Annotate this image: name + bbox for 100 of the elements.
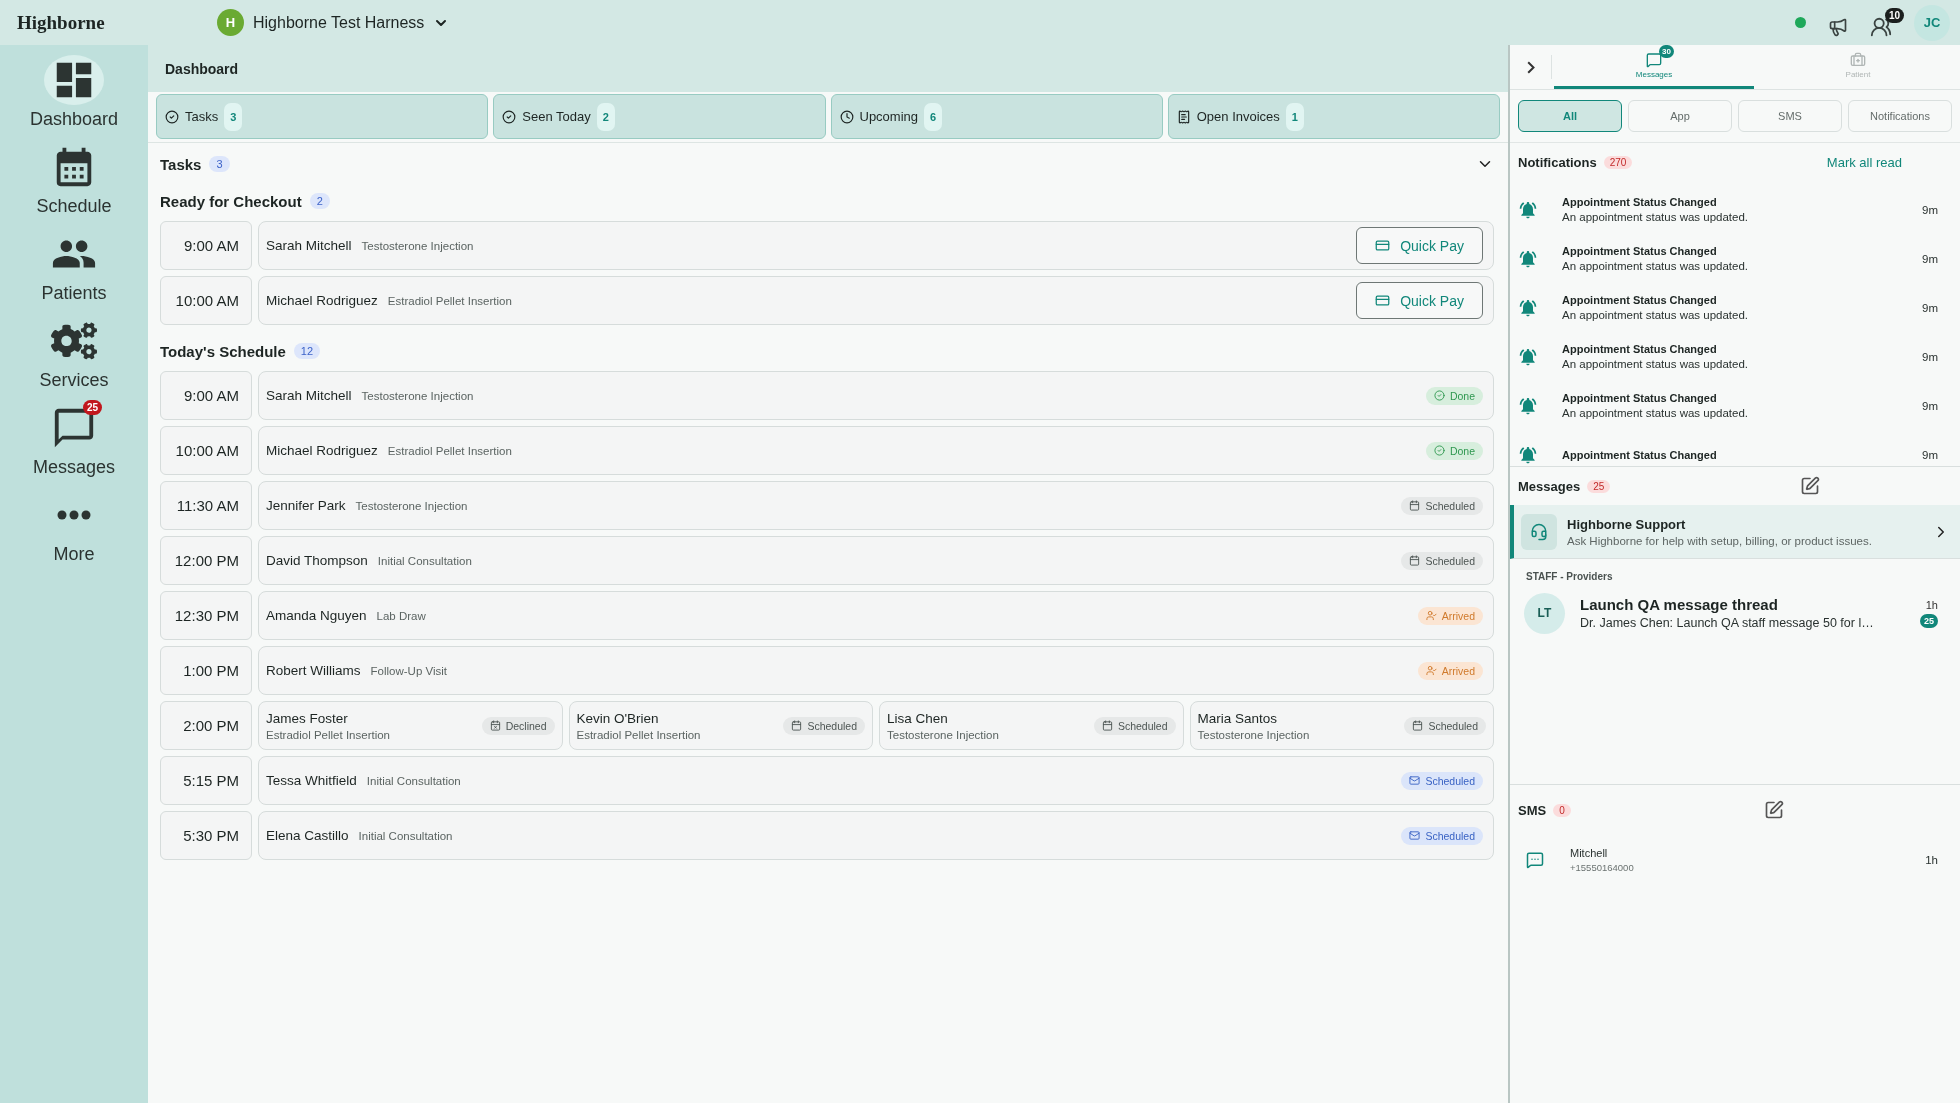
summary-tab[interactable]: Tasks 3 <box>156 94 489 139</box>
sidebar-item[interactable]: Services <box>4 316 144 403</box>
appointment-card[interactable]: James Foster Estradiol Pellet Insertion Declined <box>258 701 563 750</box>
service-name: Estradiol Pellet Insertion <box>266 728 391 741</box>
filter-chip[interactable]: Notifications <box>1848 100 1952 132</box>
service-name: Estradiol Pellet Insertion <box>387 444 512 457</box>
appointment-card[interactable]: Michael Rodriguez Estradiol Pellet Insertion Quick Pay <box>258 276 1494 325</box>
status-tag: Scheduled <box>1401 496 1483 515</box>
appointment-card[interactable]: Kevin O'Brien Estradiol Pellet Insertion Scheduled <box>568 701 873 750</box>
summary-tab[interactable]: Upcoming 6 <box>830 94 1163 139</box>
service-name: Estradiol Pellet Insertion <box>576 728 702 741</box>
summary-tab[interactable]: Seen Today 2 <box>493 94 826 139</box>
patient-name: Maria Santos <box>1197 710 1279 726</box>
sidebar-item[interactable]: Schedule <box>4 142 144 229</box>
patient-name: Michael Rodriguez <box>266 443 378 458</box>
service-name: Estradiol Pellet Insertion <box>387 294 512 307</box>
organization-switcher[interactable]: H Highborne Test Harness <box>217 9 450 36</box>
medical-kit-icon <box>1850 52 1866 68</box>
section-title: SMS <box>1518 802 1547 818</box>
count-badge: 25 <box>82 400 102 415</box>
timestamp: 9m <box>1922 350 1938 363</box>
timestamp: 9m <box>1922 203 1938 216</box>
panel-tab[interactable]: 30 Messages <box>1554 45 1754 89</box>
bell-icon <box>1518 199 1538 220</box>
time-slot: 9:00 AM <box>160 371 252 420</box>
sidebar-item[interactable]: Patients <box>4 229 144 316</box>
count-badge: 270 <box>1603 155 1633 169</box>
count-badge: 0 <box>1553 803 1571 817</box>
quick-pay-button[interactable]: Quick Pay <box>1356 227 1483 264</box>
appointment-card[interactable]: Sarah Mitchell Testosterone Injection Quick Pay <box>258 221 1494 270</box>
sms-conversation[interactable]: Mitchell +15550164000 1h <box>1510 835 1960 885</box>
count-badge: 10 <box>1884 7 1904 23</box>
check-circle-icon <box>502 109 517 124</box>
appointment-card[interactable]: Tessa Whitfield Initial Consultation Scheduled <box>258 756 1494 805</box>
status-tag: Arrived <box>1417 606 1483 625</box>
bell-icon <box>1518 346 1538 367</box>
section-title: Tasks <box>160 155 202 173</box>
count-badge: 3 <box>209 156 230 172</box>
patient-name: Sarah Mitchell <box>266 238 352 253</box>
message-preview: Dr. James Chen: Launch QA staff message 50 for l… <box>1580 616 1875 630</box>
compose-button[interactable] <box>1800 476 1820 496</box>
summary-tab[interactable]: Open Invoices 1 <box>1167 94 1500 139</box>
support-title: Highborne Support <box>1567 516 1687 532</box>
filter-chip[interactable]: App <box>1628 100 1732 132</box>
service-name: Follow-Up Visit <box>370 664 447 677</box>
appointment-card[interactable]: Elena Castillo Initial Consultation Scheduled <box>258 811 1494 860</box>
service-name: Lab Draw <box>376 609 426 622</box>
notification-title: Appointment Status Changed <box>1562 196 1718 208</box>
quick-pay-button[interactable]: Quick Pay <box>1356 282 1483 319</box>
message-thread[interactable]: LT Launch QA message thread Dr. James Chen: Launch QA staff message 50 for l… 1h 25 <box>1510 582 1960 644</box>
status-tag: Done <box>1425 441 1483 460</box>
support-chat-item[interactable]: Highborne Support Ask Highborne for help with setup, billing, or product issues. <box>1510 505 1960 559</box>
appointment-card[interactable]: Michael Rodriguez Estradiol Pellet Insertion Done <box>258 426 1494 475</box>
timestamp: 9m <box>1922 252 1938 265</box>
sidebar-item[interactable]: 25 Messages <box>4 403 144 490</box>
notification-text: An appointment status was updated. <box>1562 358 1750 370</box>
appointment-card[interactable]: Amanda Nguyen Lab Draw Arrived <box>258 591 1494 640</box>
count-badge: 2 <box>596 102 615 131</box>
count-badge: 2 <box>309 193 330 209</box>
service-name: Testosterone Injection <box>361 389 474 402</box>
time-slot: 2:00 PM <box>160 701 252 750</box>
status-tag: Scheduled <box>1404 716 1486 735</box>
patient-name: Sarah Mitchell <box>266 388 352 403</box>
count-badge: 30 <box>1659 45 1674 58</box>
service-name: Testosterone Injection <box>887 728 1000 741</box>
mark-all-read-link[interactable]: Mark all read <box>1826 154 1902 170</box>
patient-name: Tessa Whitfield <box>266 773 357 788</box>
timestamp: 9m <box>1922 399 1938 412</box>
sidebar-item[interactable]: More <box>4 490 144 577</box>
status-tag: Scheduled <box>1401 771 1483 790</box>
appointment-card[interactable]: Jennifer Park Testosterone Injection Scheduled <box>258 481 1494 530</box>
time-slot: 12:30 PM <box>160 591 252 640</box>
appointment-card[interactable]: Sarah Mitchell Testosterone Injection Done <box>258 371 1494 420</box>
appointment-card[interactable]: Maria Santos Testosterone Injection Scheduled <box>1189 701 1494 750</box>
envelope-icon <box>1409 830 1421 841</box>
bell-icon <box>1518 444 1538 465</box>
notification-text: An appointment status was updated. <box>1562 407 1750 419</box>
patient-name: Kevin O'Brien <box>576 710 660 726</box>
contacts-button[interactable]: 10 <box>1870 7 1904 38</box>
chat-bubble-icon <box>1526 851 1544 869</box>
appointment-card[interactable]: Lisa Chen Testosterone Injection Scheduled <box>879 701 1184 750</box>
time-slot: 9:00 AM <box>160 221 252 270</box>
user-check-icon <box>1425 665 1437 676</box>
tab-label: Patient <box>1845 70 1871 79</box>
filter-chip[interactable]: SMS <box>1738 100 1842 132</box>
time-slot: 11:30 AM <box>160 481 252 530</box>
calendar-icon <box>1412 720 1424 731</box>
calendar-icon <box>1101 720 1113 731</box>
sidebar-item[interactable]: Dashboard <box>4 55 144 142</box>
service-name: Testosterone Injection <box>361 239 474 252</box>
patient-name: Amanda Nguyen <box>266 608 367 623</box>
notification-text: An appointment status was updated. <box>1562 260 1750 272</box>
group-label: STAFF - Providers <box>1525 570 1614 582</box>
time-slot: 5:15 PM <box>160 756 252 805</box>
appointment-card[interactable]: Robert Williams Follow-Up Visit Arrived <box>258 646 1494 695</box>
compose-button[interactable] <box>1764 800 1784 820</box>
appointment-card[interactable]: David Thompson Initial Consultation Scheduled <box>258 536 1494 585</box>
status-tag: Declined <box>481 716 555 735</box>
timestamp: 9m <box>1922 301 1938 314</box>
notification-text: An appointment status was updated. <box>1562 309 1750 321</box>
